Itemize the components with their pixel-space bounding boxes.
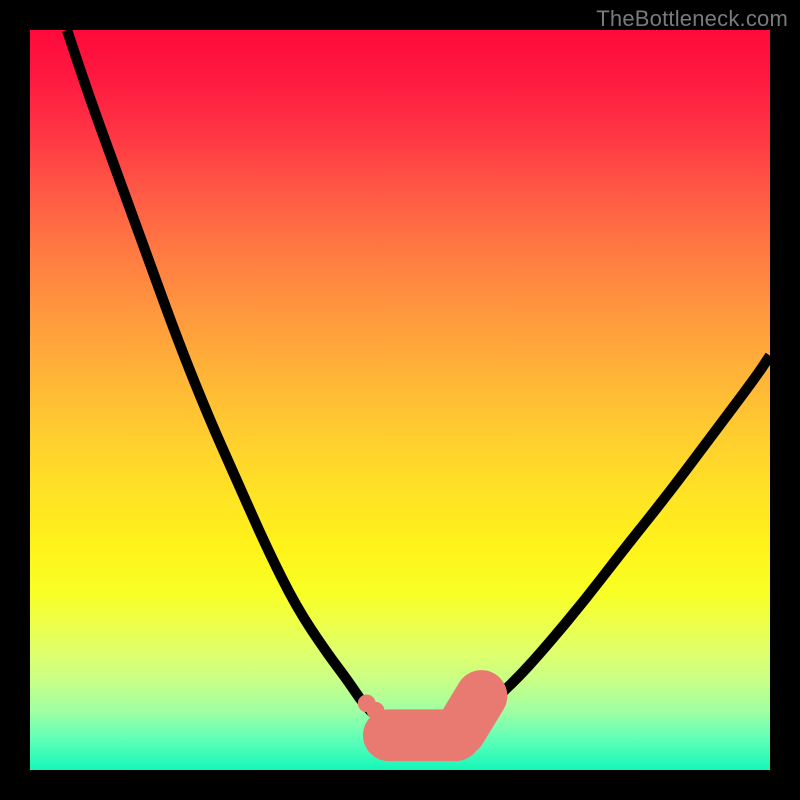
curve (67, 30, 770, 737)
highlight-right-segment (461, 696, 482, 730)
plot-area (30, 30, 770, 770)
curve-left-branch (67, 30, 422, 737)
highlight-dot (378, 715, 388, 725)
highlight-markers (362, 694, 486, 735)
chart-container: TheBottleneck.com (0, 0, 800, 800)
watermark-text: TheBottleneck.com (596, 6, 788, 32)
chart-svg (30, 30, 770, 770)
